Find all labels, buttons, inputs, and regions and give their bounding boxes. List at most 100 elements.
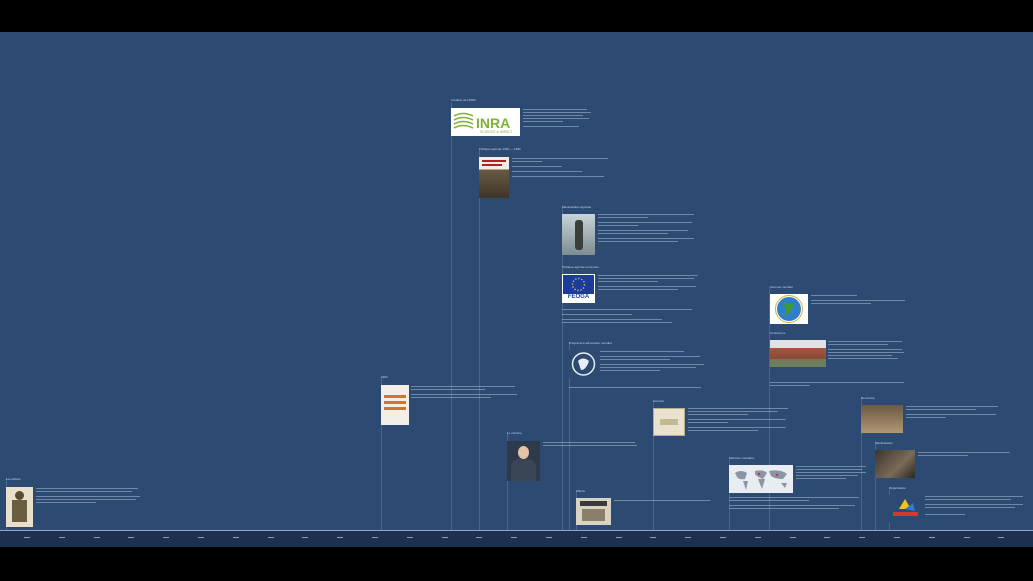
event-title: Rencontre [861, 396, 875, 400]
axis-tick [24, 537, 30, 538]
axis-tick [928, 537, 935, 538]
event-card[interactable]: 1962 [381, 376, 521, 426]
axis-tick [998, 537, 1005, 538]
event-text [925, 496, 1025, 517]
statue-photo [562, 214, 595, 255]
axis-tick [198, 537, 204, 538]
event-text [523, 109, 593, 129]
illustration [6, 487, 33, 527]
event-text [796, 466, 871, 481]
event-title: Création de l'INRA [451, 98, 476, 102]
event-title: Conférence [770, 331, 786, 335]
letterbox-bottom [0, 547, 1033, 581]
event-card[interactable]: Accords [653, 400, 793, 450]
document-photo [653, 408, 685, 436]
axis-tick [580, 537, 587, 538]
axis-tick [163, 537, 170, 538]
axis-tick [476, 537, 483, 538]
event-title: Sommet mondial [770, 285, 793, 289]
event-card[interactable]: Rencontre [861, 397, 1001, 437]
inra-logo-text: INRA [476, 115, 510, 131]
event-text [614, 500, 714, 503]
axis-tick [685, 537, 692, 538]
event-text [906, 406, 1001, 420]
event-title: Les débuts [6, 477, 21, 481]
connector-line [479, 149, 480, 530]
event-text [36, 488, 146, 505]
event-title: Le ministre [507, 431, 522, 435]
event-title: Politique agricole 1960 — 1962 [479, 147, 521, 151]
event-text [688, 408, 793, 433]
event-title: Organisation [889, 486, 907, 490]
event-card[interactable]: Les débuts [6, 478, 146, 528]
event-text [543, 442, 638, 448]
axis-tick [963, 537, 970, 538]
event-card[interactable]: Politique agricole commune FEOGA [562, 266, 712, 334]
axis-tick [546, 537, 552, 538]
axis-tick [789, 537, 796, 538]
axis-tick [650, 537, 657, 538]
timeline-axis[interactable] [0, 530, 1033, 547]
axis-tick [128, 537, 135, 538]
crowd-photo [875, 450, 915, 478]
axis-tick [267, 537, 274, 538]
globe-logo [770, 294, 808, 324]
axis-tick [302, 537, 309, 538]
timeline-canvas[interactable]: Création de l'INRA INRA SCIENCE & IMPACT… [0, 32, 1033, 547]
event-text [918, 452, 1013, 458]
axis-tick [511, 537, 518, 538]
event-title: Programme alimentaire mondial [569, 341, 612, 345]
event-title: Affiche [576, 489, 586, 493]
feoga-logo: FEOGA [562, 274, 595, 303]
color-logo [889, 495, 922, 523]
event-title: Politique agricole commune [562, 265, 599, 269]
axis-tick [720, 537, 726, 538]
event-card[interactable]: Marchés mondiaux [729, 457, 869, 527]
event-card[interactable]: Affiche [576, 490, 716, 530]
axis-tick [93, 537, 100, 538]
event-title: Manifestation [875, 441, 893, 445]
world-map [729, 465, 793, 493]
event-text [600, 351, 710, 373]
wfp-logo [569, 350, 598, 378]
event-text [512, 158, 612, 179]
axis-tick [859, 537, 866, 538]
axis-tick [894, 537, 900, 538]
axis-tick [372, 537, 378, 538]
event-title: Marchés mondiaux [729, 456, 755, 460]
event-title: 1962 [381, 375, 388, 379]
book-cover-photo [479, 157, 509, 198]
group-photo [861, 405, 903, 433]
connector-line [451, 102, 452, 530]
event-title: Accords [653, 399, 664, 403]
event-card[interactable]: Manifestation [875, 442, 1015, 482]
axis-tick [337, 537, 344, 538]
portrait-photo [507, 441, 540, 481]
axis-tick [754, 537, 761, 538]
event-title: Mécanisation agricole [562, 205, 592, 209]
poster-photo [576, 498, 611, 525]
event-text [811, 295, 911, 306]
event-text [411, 386, 521, 400]
book-cover [381, 385, 409, 425]
inra-logo: INRA SCIENCE & IMPACT [451, 108, 520, 136]
inra-logo-sub: SCIENCE & IMPACT [480, 130, 514, 134]
event-card[interactable]: Programme alimentaire mondial [569, 342, 719, 398]
axis-tick [406, 537, 413, 538]
axis-tick [58, 537, 65, 538]
event-text [598, 214, 698, 244]
event-card[interactable]: Sommet mondial [770, 286, 910, 326]
event-text [828, 341, 908, 361]
event-card[interactable]: Politique agricole 1960 — 1962 [479, 148, 619, 198]
axis-tick [615, 537, 622, 538]
axis-tick [441, 537, 448, 538]
event-card[interactable]: Mécanisation agricole [562, 206, 702, 262]
event-card[interactable]: Conférence [770, 332, 910, 394]
event-card[interactable]: Le ministre [507, 432, 637, 484]
letterbox-top [0, 0, 1033, 32]
event-card[interactable]: Organisation [889, 487, 1029, 529]
axis-tick [232, 537, 239, 538]
event-card[interactable]: Création de l'INRA INRA SCIENCE & IMPACT [451, 99, 611, 139]
feoga-logo-text: FEOGA [567, 294, 590, 300]
axis-tick [824, 537, 831, 538]
